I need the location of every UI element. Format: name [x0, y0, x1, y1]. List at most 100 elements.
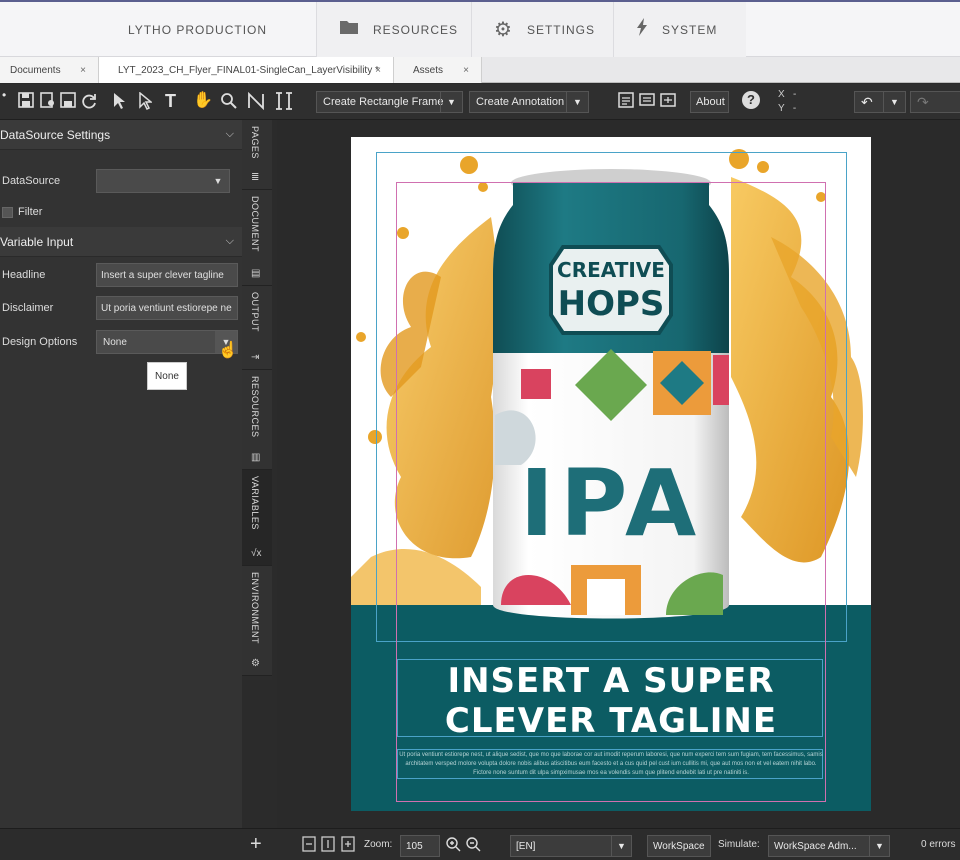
app-brand: LYTHO PRODUCTION: [127, 22, 268, 37]
vtab-label: RESOURCES: [250, 376, 260, 438]
design-options-select[interactable]: None ▼: [96, 330, 238, 354]
nav-tab-system[interactable]: SYSTEM: [613, 2, 746, 57]
folder-icon: [339, 18, 359, 41]
input-value: Ut poria ventiunt estiorepe ne: [101, 302, 232, 314]
filter-checkbox[interactable]: [2, 207, 13, 218]
undo-button[interactable]: ↶ ▼: [854, 91, 906, 113]
fit-all-icon[interactable]: [341, 836, 355, 855]
input-value: Insert a super clever tagline: [101, 269, 224, 281]
save-icon[interactable]: [18, 92, 34, 113]
error-count: 0 errors: [921, 839, 956, 850]
zoom-input[interactable]: 105: [400, 835, 440, 857]
refresh-icon[interactable]: [80, 92, 98, 115]
doc-tab-documents[interactable]: Documents ×: [0, 57, 99, 83]
vtab-resources[interactable]: RESOURCES ▥: [242, 370, 272, 470]
text-tool-icon[interactable]: T: [165, 92, 176, 110]
disclaimer-input[interactable]: Ut poria ventiunt estiorepe ne: [96, 296, 238, 320]
coordinates-readout: X - Y -: [778, 88, 796, 116]
zoom-tool-icon[interactable]: [220, 92, 238, 115]
vtab-label: OUTPUT: [250, 292, 260, 332]
nav-tab-resources[interactable]: RESOURCES: [316, 2, 471, 57]
variables-panel: DataSource Settings ⌵ DataSource ▼ Filte…: [0, 120, 242, 860]
gear-icon: ⚙: [251, 658, 260, 669]
x-label: X: [778, 89, 785, 100]
section-title: DataSource Settings: [0, 127, 111, 142]
document-tabs: Documents × LYT_2023_CH_Flyer_FINAL01-Si…: [0, 57, 960, 83]
print-icon: ▥: [251, 452, 261, 463]
vtab-document[interactable]: DOCUMENT ▤: [242, 190, 272, 286]
pen-tool-icon[interactable]: [247, 91, 265, 115]
top-navigation: LYTHO PRODUCTION RESOURCES ⚙ SETTINGS SY…: [0, 0, 960, 57]
zoom-in-icon[interactable]: [445, 836, 461, 855]
vtab-pages[interactable]: PAGES ≣: [242, 120, 272, 190]
simulate-select[interactable]: WorkSpace Adm... ▼: [768, 835, 890, 857]
redo-icon: ↷: [917, 93, 929, 110]
close-icon[interactable]: ×: [375, 65, 381, 76]
create-annotation-button[interactable]: Create Annotation ▼: [469, 91, 589, 113]
language-select[interactable]: [EN] ▼: [510, 835, 632, 857]
simulate-label: Simulate:: [718, 839, 760, 850]
chevron-down-icon[interactable]: ▼: [440, 92, 462, 112]
y-label: Y: [778, 103, 785, 114]
nav-tab-settings[interactable]: ⚙ SETTINGS: [471, 2, 613, 57]
save-as-icon[interactable]: [60, 92, 76, 113]
fit-height-icon[interactable]: [321, 836, 335, 855]
about-button[interactable]: About: [690, 91, 729, 113]
nav-tab-label: RESOURCES: [373, 22, 459, 37]
flyer-page[interactable]: CREATIVE HOPS IPA INSERT A SUPER CLEVER …: [351, 137, 871, 811]
gear-icon: ⚙: [494, 19, 513, 41]
close-icon[interactable]: ×: [80, 65, 86, 76]
export-icon: ⇥: [251, 352, 260, 363]
headline-input[interactable]: Insert a super clever tagline: [96, 263, 238, 287]
vtab-variables[interactable]: VARIABLES √x: [242, 470, 272, 566]
vtab-environment[interactable]: ENVIRONMENT ⚙: [242, 566, 272, 676]
fit-page-icon[interactable]: [302, 836, 316, 855]
add-page-icon[interactable]: +: [250, 833, 262, 856]
chevron-down-icon: ▼: [611, 836, 631, 856]
nav-tab-label: SETTINGS: [526, 22, 595, 37]
chevron-down-icon[interactable]: ▼: [883, 92, 905, 112]
disclaimer-text[interactable]: Ut poria ventiunt estiorepe nest, ut ali…: [397, 751, 825, 778]
datasource-settings-header[interactable]: DataSource Settings ⌵: [0, 120, 242, 150]
panel-vertical-tabs: PAGES ≣ DOCUMENT ▤ OUTPUT ⇥ RESOURCES ▥ …: [242, 120, 272, 680]
button-label: Create Rectangle Frame: [323, 96, 444, 108]
lightning-icon: [636, 17, 648, 42]
layers-icon: ≣: [251, 172, 260, 183]
section-title: Variable Input: [0, 234, 74, 249]
nav-tab-label: SYSTEM: [662, 22, 718, 37]
chevron-down-icon[interactable]: ▼: [566, 92, 588, 112]
vtab-label: PAGES: [250, 126, 260, 159]
x-value: -: [793, 89, 797, 100]
preview-icon[interactable]: [639, 92, 655, 113]
distribute-icon[interactable]: [275, 92, 293, 115]
create-rectangle-frame-button[interactable]: Create Rectangle Frame ▼: [316, 91, 463, 113]
headline-text[interactable]: INSERT A SUPER CLEVER TAGLINE: [399, 661, 823, 741]
workspace-button[interactable]: WorkSpace: [647, 835, 711, 857]
doc-tab-assets[interactable]: Assets ×: [394, 57, 482, 83]
doc-tab-flyer[interactable]: LYT_2023_CH_Flyer_FINAL01-SingleCan_Laye…: [99, 57, 394, 83]
vtab-output[interactable]: OUTPUT ⇥: [242, 286, 272, 370]
filter-label: Filter: [18, 206, 43, 218]
hand-tool-icon[interactable]: ✋: [193, 92, 213, 110]
redo-button[interactable]: ↷: [910, 91, 960, 113]
datasource-select[interactable]: ▼: [96, 169, 230, 193]
direct-select-icon[interactable]: [138, 91, 154, 115]
y-value: -: [792, 103, 797, 114]
zoom-out-icon[interactable]: [465, 836, 481, 855]
disclaimer-label: Disclaimer: [2, 302, 54, 314]
document-settings-icon[interactable]: [39, 92, 55, 113]
vtab-label: ENVIRONMENT: [250, 572, 260, 645]
variable-input-header[interactable]: Variable Input ⌵: [0, 227, 242, 257]
status-bar: + Zoom: 105 [EN] ▼ WorkSpace Simulate: W…: [0, 828, 960, 860]
vtab-label: VARIABLES: [250, 476, 260, 530]
document-icon: ▤: [251, 268, 261, 279]
function-icon: √x: [251, 548, 262, 559]
fit-screen-icon[interactable]: [660, 92, 676, 113]
help-icon[interactable]: ?: [742, 91, 760, 109]
design-options-label: Design Options: [2, 336, 78, 348]
select-arrow-icon[interactable]: [112, 92, 126, 115]
close-icon[interactable]: ×: [463, 65, 469, 76]
preflight-icon[interactable]: [618, 92, 634, 113]
hand-cursor-icon: ☝: [218, 342, 238, 359]
headline-line2: CLEVER TAGLINE: [444, 701, 778, 741]
